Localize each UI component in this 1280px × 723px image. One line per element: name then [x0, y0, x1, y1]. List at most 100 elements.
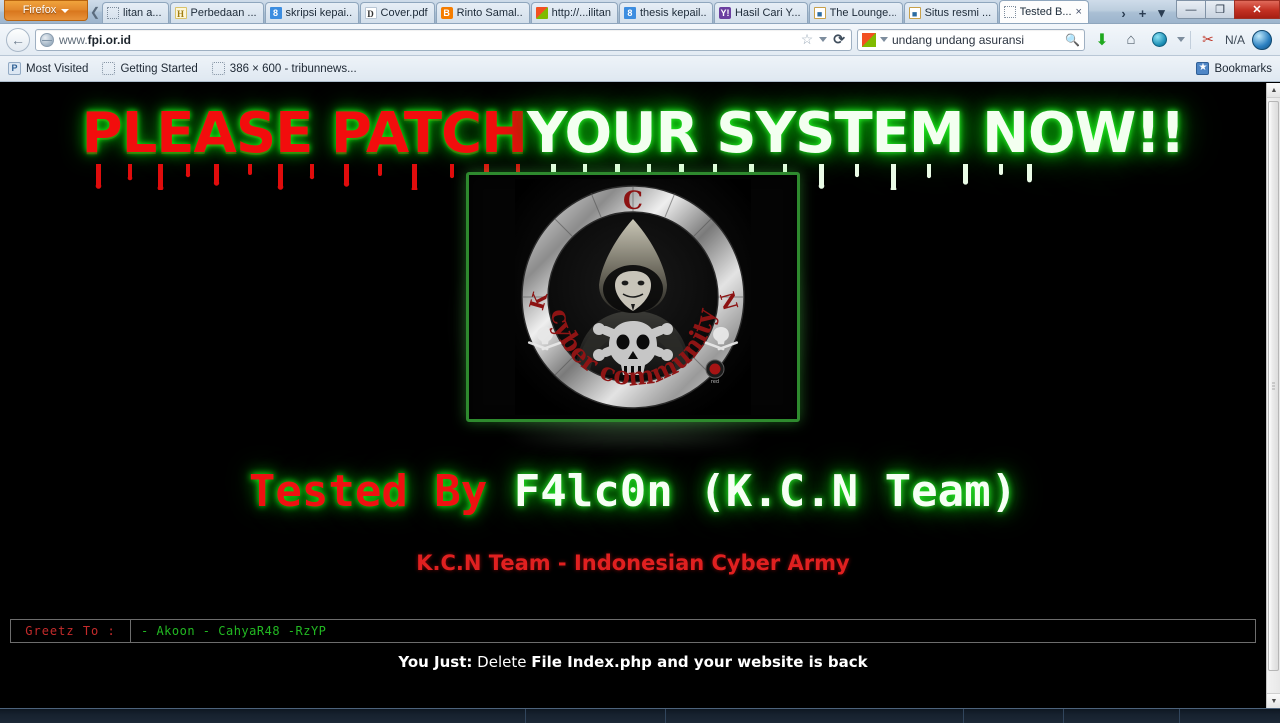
close-icon[interactable]: × [1076, 6, 1082, 18]
reload-icon[interactable]: ⟳ [833, 31, 845, 48]
image-frame: C K N red cyber community [466, 171, 800, 422]
dotted-icon [1003, 6, 1016, 18]
firefox-menu-button[interactable]: Firefox [4, 0, 88, 21]
dotted-icon [211, 62, 225, 75]
scroll-up-icon[interactable]: ▲ [1267, 83, 1280, 98]
bookmark-getting-started[interactable]: Getting Started [102, 62, 198, 75]
bookmark-tribunnews[interactable]: 386 × 600 - tribunnews... [211, 62, 357, 75]
bookmark-label: 386 × 600 - tribunnews... [229, 62, 357, 75]
vertical-scrollbar[interactable]: ▲ ▼ [1266, 83, 1280, 708]
tested-by-handle-text: F4lc0n (K.C.N Team) [487, 465, 1018, 517]
greetz-names: - Akoon - CahyaR48 -RzYP [141, 623, 327, 638]
chevron-down-icon[interactable] [819, 37, 828, 42]
tab-menu-caret-icon[interactable]: ▾ [1153, 5, 1170, 21]
search-icon[interactable]: 🔍 [1065, 33, 1080, 47]
tab-skripsi-kepai[interactable]: 8 skripsi kepai... [264, 2, 359, 23]
tab-strip-controls: › + ▾ [1111, 5, 1176, 23]
most-visited-icon: P [8, 62, 21, 75]
pdf-icon: D [364, 7, 377, 19]
os-taskbar[interactable] [0, 708, 1280, 723]
tab-label: skripsi kepai... [285, 7, 352, 19]
footnote-mid: Delete [472, 652, 532, 671]
bookmark-most-visited[interactable]: P Most Visited [8, 62, 88, 75]
blogger-icon: B [440, 7, 453, 19]
emblem-image: C K N red cyber community [438, 147, 828, 446]
tab-scroll-left-icon[interactable]: ❮ [88, 1, 102, 23]
chevron-down-icon[interactable] [879, 37, 888, 42]
tab-list-chevron-icon[interactable]: › [1115, 6, 1132, 21]
taskbar-segment[interactable] [526, 708, 666, 723]
bookmarks-menu-button[interactable]: Bookmarks [1196, 62, 1272, 75]
tab-rinto-samal[interactable]: B Rinto Samal... [435, 2, 530, 23]
tab-label: Hasil Cari Y... [734, 7, 801, 19]
tab-hasil-cari-y[interactable]: Y! Hasil Cari Y... [713, 2, 808, 23]
tab-label: http://...ilitan [551, 7, 611, 19]
scissors-icon[interactable]: ✂ [1196, 28, 1220, 52]
scribd-icon: 8 [269, 7, 282, 19]
tab-litan[interactable]: litan a... [102, 2, 169, 23]
tab-label: Situs resmi ... [924, 7, 991, 19]
footnote-lead: You Just: [398, 652, 473, 671]
kaskus-icon: ■ [813, 7, 826, 19]
bookmark-label: Most Visited [26, 62, 89, 75]
none-icon [107, 7, 119, 19]
scrollbar-thumb[interactable] [1268, 101, 1279, 671]
minimize-button[interactable]: — [1176, 0, 1205, 19]
tab-tested-b[interactable]: Tested B... × [998, 0, 1089, 23]
taskbar-segment[interactable] [964, 708, 1064, 723]
home-icon[interactable]: ⌂ [1119, 28, 1143, 52]
tab-the-lounge[interactable]: ■ The Lounge... [808, 2, 903, 23]
tab-perbedaan[interactable]: H Perbedaan ... [169, 2, 264, 23]
search-query-text: undang undang asuransi [891, 32, 1025, 47]
tab-situs-resmi[interactable]: ■ Situs resmi ... [903, 2, 998, 23]
search-engine-icon[interactable] [861, 32, 876, 47]
address-bar-actions: ☆ ⟳ [801, 31, 847, 48]
tab-http-ilitan[interactable]: http://...ilitan [530, 2, 618, 23]
tab-label: thesis kepail... [639, 7, 706, 19]
tab-list: litan a... H Perbedaan ... 8 skripsi kep… [102, 0, 1111, 23]
tab-label: Tested B... [1019, 6, 1072, 18]
chevron-down-icon[interactable] [1176, 37, 1185, 42]
bookmarks-star-icon [1196, 62, 1210, 75]
back-button[interactable]: ← [6, 27, 30, 52]
chevron-down-icon [61, 8, 70, 13]
dotted-icon [102, 62, 116, 75]
scrollbar-grip-icon [1272, 382, 1275, 390]
svg-text:red: red [711, 379, 719, 385]
world-globe-icon[interactable] [1250, 28, 1274, 52]
new-tab-button[interactable]: + [1134, 6, 1151, 21]
team-subtitle: K.C.N Team - Indonesian Cyber Army [416, 550, 850, 575]
tab-strip: Firefox ❮ litan a... H Perbedaan ... 8 s… [0, 0, 1280, 24]
scribd-icon: 8 [623, 7, 636, 19]
firefox-menu-label: Firefox [22, 4, 57, 16]
tab-label: Cover.pdf [380, 7, 428, 19]
downloads-icon[interactable]: ⬇ [1090, 28, 1114, 52]
search-input[interactable]: undang undang asuransi 🔍 [856, 28, 1085, 51]
bookmarks-toolbar: P Most Visited Getting Started 386 × 600… [0, 56, 1280, 82]
tab-label: The Lounge... [829, 7, 896, 19]
bookmark-star-icon[interactable]: ☆ [801, 31, 814, 48]
taskbar-segment[interactable] [0, 708, 526, 723]
restore-button[interactable]: ❐ [1205, 0, 1234, 19]
yahoo-icon: Y! [718, 7, 731, 19]
taskbar-segment[interactable] [1064, 708, 1180, 723]
tab-label: Rinto Samal... [456, 7, 523, 19]
tab-label: litan a... [123, 7, 162, 19]
greetz-label: Greetz To : [11, 619, 131, 642]
footnote-tail: File Index.php and your website is back [531, 652, 868, 671]
cyber-community-logo-icon: C K N red cyber community [515, 178, 751, 415]
toolbar-divider [1189, 30, 1191, 49]
tab-cover-pdf[interactable]: D Cover.pdf [359, 2, 435, 23]
firefox-addon-globe-icon[interactable] [1148, 28, 1172, 52]
tested-by-line: Tested By F4lc0n (K.C.N Team) [0, 466, 1266, 517]
close-window-button[interactable]: ✕ [1234, 0, 1280, 19]
footnote: You Just: Delete File Index.php and your… [0, 653, 1266, 671]
address-bar[interactable]: www.fpi.or.id ☆ ⟳ [35, 28, 852, 51]
tab-thesis-kepail[interactable]: 8 thesis kepail... [618, 2, 713, 23]
taskbar-segment[interactable] [666, 708, 964, 723]
highlight-icon: H [174, 7, 187, 19]
url-text: www.fpi.or.id [59, 32, 132, 47]
windows-icon [535, 7, 548, 19]
scroll-down-icon[interactable]: ▼ [1267, 693, 1280, 708]
kaskus-icon: ■ [908, 7, 921, 19]
